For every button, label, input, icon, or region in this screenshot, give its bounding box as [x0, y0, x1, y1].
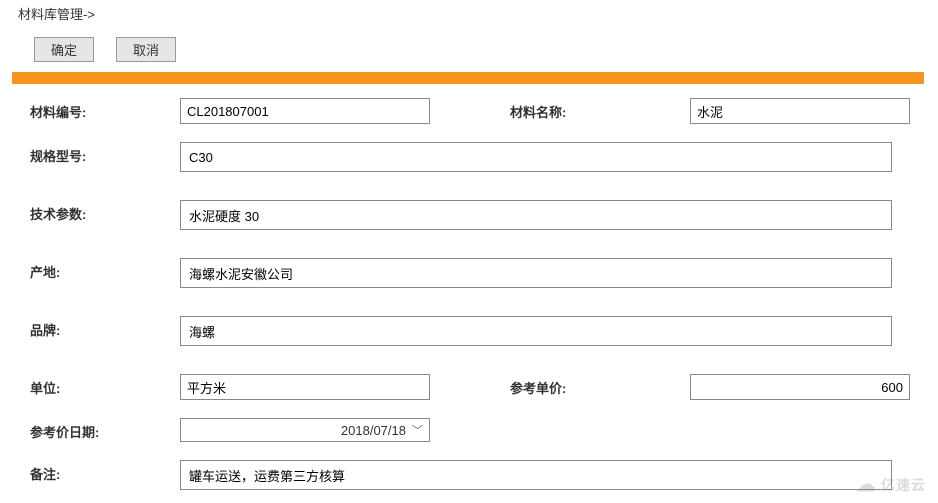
remark-input[interactable] — [180, 460, 892, 490]
watermark: ☁ 亿速云 — [856, 472, 926, 497]
origin-label: 产地: — [20, 258, 180, 281]
spec-model-label: 规格型号: — [20, 142, 180, 165]
ref-date-picker[interactable]: 2018/07/18 ﹀ — [180, 418, 430, 442]
action-button-row: 确定 取消 — [0, 27, 938, 72]
material-form: 材料编号: 材料名称: 规格型号: 技术参数: 产地: 品牌: — [0, 84, 938, 490]
material-name-label: 材料名称: — [510, 98, 690, 121]
unit-label: 单位: — [20, 374, 180, 397]
cancel-button[interactable]: 取消 — [116, 37, 176, 62]
brand-input[interactable] — [180, 316, 892, 346]
breadcrumb: 材料库管理-> — [0, 0, 938, 27]
ref-price-input[interactable] — [690, 374, 910, 400]
material-name-input[interactable] — [690, 98, 910, 124]
brand-label: 品牌: — [20, 316, 180, 339]
cloud-icon: ☁ — [856, 472, 877, 497]
remark-label: 备注: — [20, 460, 180, 483]
chevron-down-icon: ﹀ — [412, 422, 423, 438]
material-code-input[interactable] — [180, 98, 430, 124]
separator-bar — [12, 72, 924, 84]
unit-input[interactable] — [180, 374, 430, 400]
ref-date-value: 2018/07/18 — [341, 423, 406, 438]
watermark-text: 亿速云 — [881, 475, 926, 495]
ref-date-label: 参考价日期: — [20, 418, 180, 441]
ref-price-label: 参考单价: — [510, 374, 690, 397]
confirm-button[interactable]: 确定 — [34, 37, 94, 62]
origin-input[interactable] — [180, 258, 892, 288]
tech-params-label: 技术参数: — [20, 200, 180, 223]
material-code-label: 材料编号: — [20, 98, 180, 121]
spec-model-input[interactable] — [180, 142, 892, 172]
tech-params-input[interactable] — [180, 200, 892, 230]
